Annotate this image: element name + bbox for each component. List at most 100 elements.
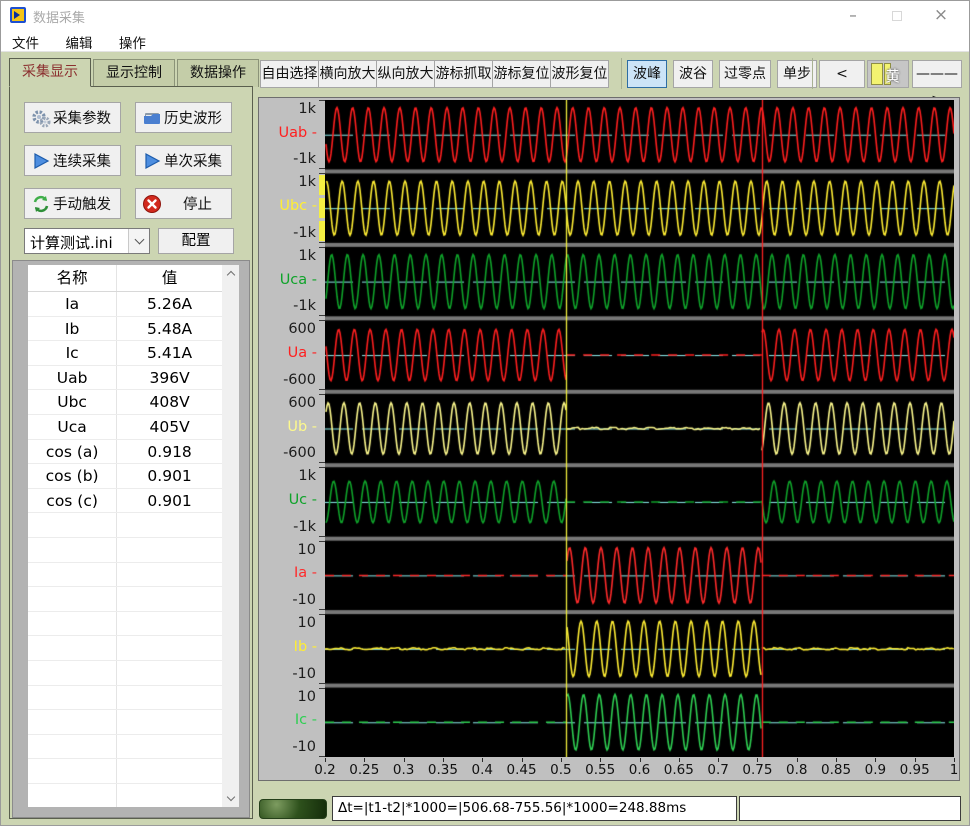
config-file-combobox[interactable]: 计算测试.ini bbox=[24, 228, 150, 254]
menu-operate[interactable]: 操作 bbox=[108, 29, 157, 55]
toolbar-button-g2-2[interactable]: 过零点 bbox=[719, 60, 771, 88]
channel-name-label: Ubc - bbox=[279, 198, 317, 214]
sidebar-button-1[interactable]: 历史波形 bbox=[135, 102, 232, 133]
table-cell-value bbox=[117, 710, 222, 734]
table-row bbox=[28, 513, 222, 538]
status-extra-field bbox=[739, 796, 961, 821]
x-axis-label: 0.8 bbox=[775, 762, 819, 778]
y-min-label: -1k bbox=[293, 225, 316, 241]
table-cell-value bbox=[117, 513, 222, 537]
tab-2[interactable]: 数据操作 bbox=[177, 59, 259, 87]
window-title: 数据采集 bbox=[33, 7, 85, 26]
sidebar-button-3[interactable]: 单次采集 bbox=[135, 145, 232, 176]
table-cell-value bbox=[117, 636, 222, 660]
menu-bar: 文件 编辑 操作 bbox=[1, 29, 969, 52]
sidebar-button-5[interactable]: 停止 bbox=[135, 188, 232, 219]
config-file-value: 计算测试.ini bbox=[30, 232, 113, 253]
table-cell-value bbox=[117, 759, 222, 783]
table-row bbox=[28, 612, 222, 637]
table-cell-value: 5.26A bbox=[117, 292, 222, 316]
x-axis-label: 0.7 bbox=[696, 762, 740, 778]
minimize-button[interactable]: – bbox=[831, 1, 875, 29]
table-cell-value bbox=[117, 784, 222, 807]
tab-1[interactable]: 显示控制 bbox=[93, 59, 175, 87]
table-cell-name: 名称 bbox=[28, 265, 117, 291]
channel-name-label: Ib - bbox=[294, 639, 317, 655]
x-axis-label: 0.2 bbox=[303, 762, 347, 778]
table-cell-value bbox=[117, 686, 222, 710]
channel-name-label: Ia - bbox=[294, 565, 317, 581]
table-cell-value bbox=[117, 661, 222, 685]
y-min-label: -600 bbox=[283, 372, 316, 388]
table-cell-value: 405V bbox=[117, 415, 222, 439]
x-axis-label: 0.45 bbox=[500, 762, 544, 778]
title-bar: 数据采集 – × bbox=[1, 1, 969, 29]
table-row: Uca405V bbox=[28, 415, 222, 440]
table-cell-value: 0.918 bbox=[117, 440, 222, 464]
maximize-button[interactable] bbox=[875, 1, 919, 29]
toolbar-button-g1-5[interactable]: 波形复位 bbox=[550, 60, 609, 88]
close-button[interactable]: × bbox=[919, 1, 963, 29]
table-cell-name bbox=[28, 636, 117, 660]
sidebar-button-0[interactable]: 采集参数 bbox=[24, 102, 121, 133]
table-row bbox=[28, 587, 222, 612]
x-axis-label: 0.5 bbox=[539, 762, 583, 778]
table-cell-name: cos (a) bbox=[28, 440, 117, 464]
table-row: cos (a)0.918 bbox=[28, 440, 222, 465]
table-cell-name bbox=[28, 661, 117, 685]
channel-name-label: Ic - bbox=[295, 712, 317, 728]
channel-name-label: Ub - bbox=[287, 419, 317, 435]
y-min-label: -10 bbox=[292, 739, 316, 755]
y-min-label: -600 bbox=[283, 445, 316, 461]
configure-button[interactable]: 配置 bbox=[158, 228, 234, 254]
sidebar-button-2[interactable]: 连续采集 bbox=[24, 145, 121, 176]
menu-edit[interactable]: 编辑 bbox=[54, 29, 103, 55]
toolbar-button-g2-0[interactable]: 波峰 bbox=[627, 60, 667, 88]
scroll-up-icon[interactable] bbox=[222, 265, 239, 282]
toolbar-button-g1-3[interactable]: 游标抓取 bbox=[434, 60, 493, 88]
toolbar-button-g1-1[interactable]: 横向放大 bbox=[318, 60, 377, 88]
x-axis-label: 0.55 bbox=[578, 762, 622, 778]
status-led bbox=[259, 799, 327, 819]
app-icon bbox=[10, 7, 26, 23]
tab-0[interactable]: 采集显示 bbox=[9, 58, 91, 87]
step-left-button[interactable]: <——— bbox=[819, 60, 865, 88]
menu-file[interactable]: 文件 bbox=[1, 29, 50, 55]
toolbar-button-g1-0[interactable]: 自由选择 bbox=[260, 60, 319, 88]
toolbar-button-g1-2[interactable]: 纵向放大 bbox=[376, 60, 435, 88]
app-window: 数据采集 – × 文件 编辑 操作 采集显示显示控制数据操作 采集参数 历史波形连… bbox=[0, 0, 970, 826]
table-cell-value: 5.48A bbox=[117, 317, 222, 341]
table-cell-name: cos (b) bbox=[28, 464, 117, 488]
toolbar-button-g1-4[interactable]: 游标复位 bbox=[492, 60, 551, 88]
y-min-label: -1k bbox=[293, 151, 316, 167]
table-cell-name bbox=[28, 563, 117, 587]
table-cell-value bbox=[117, 563, 222, 587]
toolbar-separator bbox=[621, 58, 622, 89]
table-cell-name bbox=[28, 538, 117, 562]
scroll-down-icon[interactable] bbox=[222, 790, 239, 807]
table-scrollbar[interactable] bbox=[222, 265, 239, 807]
toolbar-button-g2-3[interactable]: 单步 bbox=[777, 60, 817, 88]
cursor-color-selector[interactable]: 黄 bbox=[867, 60, 909, 88]
color-label: 黄 bbox=[885, 65, 900, 86]
step-right-button[interactable]: ———> bbox=[912, 60, 962, 88]
table-cell-name: Uab bbox=[28, 366, 117, 390]
waveform-plot[interactable] bbox=[325, 100, 954, 757]
table-cell-name: cos (c) bbox=[28, 489, 117, 513]
waveform-panel: 1kUab --1k1kUbc --1k1kUca --1k600Ua --60… bbox=[258, 97, 960, 781]
table-cell-value: 0.901 bbox=[117, 464, 222, 488]
table-cell-name: Ic bbox=[28, 341, 117, 365]
measurement-table: 名称值Ia5.26AIb5.48AIc5.41AUab396VUbc408VUc… bbox=[28, 265, 222, 807]
table-cell-name bbox=[28, 686, 117, 710]
sidebar-tabstrip: 采集显示显示控制数据操作 bbox=[9, 58, 261, 86]
table-row bbox=[28, 636, 222, 661]
x-axis-label: 0.35 bbox=[421, 762, 465, 778]
table-cell-name bbox=[28, 612, 117, 636]
chevron-down-icon[interactable] bbox=[128, 229, 149, 253]
table-cell-name bbox=[28, 735, 117, 759]
sidebar-button-label: 采集参数 bbox=[53, 107, 111, 128]
x-axis-label: 0.25 bbox=[342, 762, 386, 778]
channel-name-label: Uab - bbox=[278, 125, 317, 141]
toolbar-button-g2-1[interactable]: 波谷 bbox=[673, 60, 713, 88]
sidebar-button-4[interactable]: 手动触发 bbox=[24, 188, 121, 219]
